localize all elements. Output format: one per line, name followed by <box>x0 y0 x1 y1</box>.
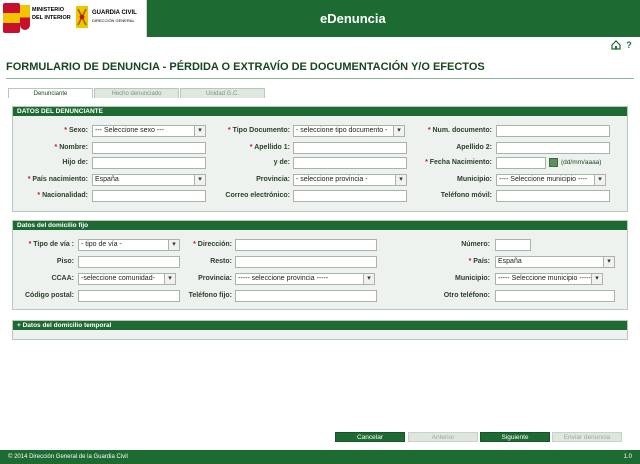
direccion-input[interactable] <box>235 239 377 251</box>
telefono-movil-input[interactable] <box>496 190 610 202</box>
calendar-icon[interactable] <box>549 158 558 167</box>
nombre-input[interactable] <box>92 142 206 154</box>
guardia-civil-emblem-icon <box>76 6 88 28</box>
numero-input[interactable] <box>495 239 531 251</box>
otro-telefono-input[interactable] <box>495 290 615 302</box>
sexo-select[interactable]: --- Seleccione sexo --- <box>92 125 206 137</box>
pais-nacimiento-label: * País nacimiento: <box>27 176 88 183</box>
fecha-nacimiento-label: * Fecha Nacimiento: <box>425 159 492 166</box>
y-de-input[interactable] <box>293 157 407 169</box>
page-title: FORMULARIO DE DENUNCIA - PÉRDIDA O EXTRA… <box>6 61 485 73</box>
tab-denunciante[interactable]: Denunciante <box>8 88 93 98</box>
telefono-fijo-label: Teléfono fijo: <box>188 292 232 299</box>
agency-name: GUARDIA CIVIL DIRECCIÓN GENERAL <box>92 9 137 25</box>
hijo-de-input[interactable] <box>92 157 206 169</box>
provincia-label: Provincia: <box>198 275 232 282</box>
section-domicilio-temporal: + Datos del domicilio temporal <box>12 320 628 340</box>
piso-input[interactable] <box>78 256 180 268</box>
provincia-label: Provincia: <box>256 176 290 183</box>
pais-select[interactable]: España <box>495 256 615 268</box>
agency-subtitle: DIRECCIÓN GENERAL <box>92 18 135 23</box>
telefono-fijo-input[interactable] <box>235 290 377 302</box>
tipo-documento-select[interactable]: - seleccione tipo documento - <box>293 125 405 137</box>
codigo-postal-input[interactable] <box>78 290 180 302</box>
agency-title: GUARDIA CIVIL <box>92 10 137 16</box>
domicilio-temporal-toggle[interactable]: + Datos del domicilio temporal <box>13 321 627 330</box>
utility-icons: ? <box>611 40 634 50</box>
app-title: eDenuncia <box>320 11 386 26</box>
pais-nacimiento-select[interactable]: España <box>92 174 206 186</box>
previous-button[interactable]: Anterior <box>408 432 478 442</box>
numero-label: Número: <box>461 241 490 248</box>
correo-input[interactable] <box>293 190 407 202</box>
telefono-movil-label: Teléfono móvil: <box>440 192 492 199</box>
cancel-button[interactable]: Cancelar <box>335 432 405 442</box>
nombre-label: * Nombre: <box>54 144 88 151</box>
logo-bar: MINISTERIO DEL INTERIOR GUARDIA CIVIL DI… <box>0 0 147 37</box>
ccaa-label: CCAA: <box>51 275 74 282</box>
tab-hecho-denunciado[interactable]: Hecho denunciado <box>94 88 179 98</box>
num-documento-input[interactable] <box>496 125 610 137</box>
ccaa-select[interactable]: -seleccione comunidad- <box>78 273 176 285</box>
help-icon[interactable]: ? <box>624 40 634 50</box>
y-de-label: y de: <box>273 159 290 166</box>
resto-label: Resto: <box>210 258 232 265</box>
submit-button[interactable]: Enviar denuncia <box>552 432 622 442</box>
form-tabs: Denunciante Hecho denunciado Unidad G.C. <box>8 88 265 98</box>
provincia-select[interactable]: ----- seleccione provincia ----- <box>235 273 375 285</box>
apellido2-input[interactable] <box>496 142 610 154</box>
spain-crest-shield <box>20 5 30 30</box>
municipio-select[interactable]: ---- Seleccione municipio ---- <box>496 174 606 186</box>
piso-label: Piso: <box>56 258 74 265</box>
sexo-label: * Sexo: <box>64 127 88 134</box>
municipio-select[interactable]: ----- Seleccione municipio ----- <box>495 273 603 285</box>
apellido1-label: * Apellido 1: <box>249 144 290 151</box>
nacionalidad-label: * Nacionalidad: <box>37 192 88 199</box>
section-title: Datos del domicilio fijo <box>13 221 627 230</box>
municipio-label: Municipio: <box>455 275 490 282</box>
codigo-postal-label: Código postal: <box>25 292 74 299</box>
ministry-name: MINISTERIO DEL INTERIOR <box>32 6 71 22</box>
correo-label: Correo electrónico: <box>225 192 290 199</box>
provincia-select[interactable]: - seleccione provincia - <box>293 174 407 186</box>
app-footer: © 2014 Dirección General de la Guardia C… <box>0 450 640 464</box>
num-documento-label: * Num. documento: <box>427 127 492 134</box>
title-divider <box>6 78 634 79</box>
tipo-documento-label: * Tipo Documento: <box>227 127 290 134</box>
pais-label: * País: <box>468 258 490 265</box>
ministry-line-1: MINISTERIO <box>32 7 65 13</box>
otro-telefono-label: Otro teléfono: <box>443 292 490 299</box>
direccion-label: * Dirección: <box>193 241 232 248</box>
section-title: DATOS DEL DENUNCIANTE <box>13 107 627 116</box>
tipo-via-label: * Tipo de vía : <box>28 241 74 248</box>
fecha-nacimiento-input[interactable] <box>496 157 546 169</box>
nacionalidad-input[interactable] <box>92 190 206 202</box>
next-button[interactable]: Siguiente <box>480 432 550 442</box>
app-header: MINISTERIO DEL INTERIOR GUARDIA CIVIL DI… <box>0 0 640 37</box>
version-label: 1.0 <box>623 454 632 460</box>
tab-unidad-gc[interactable]: Unidad G.C. <box>180 88 265 98</box>
resto-input[interactable] <box>235 256 377 268</box>
copyright-text: © 2014 Dirección General de la Guardia C… <box>8 454 128 460</box>
home-icon[interactable] <box>611 40 621 50</box>
apellido1-input[interactable] <box>293 142 407 154</box>
tipo-via-select[interactable]: - tipo de vía - <box>78 239 180 251</box>
municipio-label: Municipio: <box>457 176 492 183</box>
apellido2-label: Apellido 2: <box>456 144 492 151</box>
date-format-hint: (dd/mm/aaaa) <box>561 159 602 166</box>
hijo-de-label: Hijo de: <box>62 159 88 166</box>
ministry-line-2: DEL INTERIOR <box>32 15 71 21</box>
spain-crest-logo <box>3 3 20 33</box>
